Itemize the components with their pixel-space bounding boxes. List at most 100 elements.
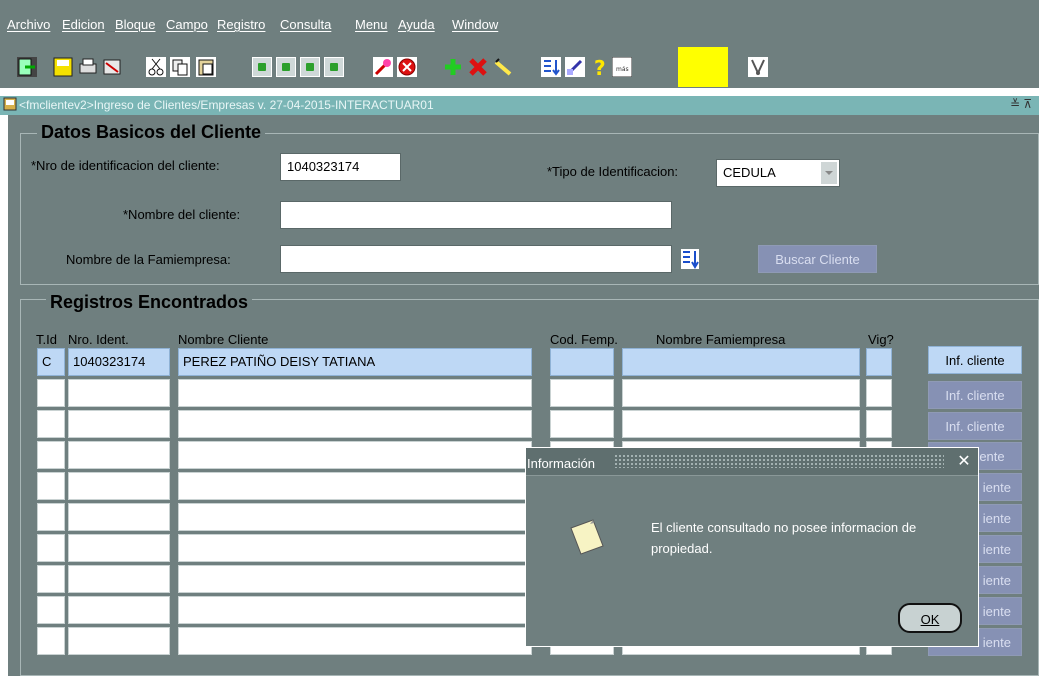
inf-cliente-button[interactable]: Inf. cliente xyxy=(928,381,1022,409)
famiempresa-label: Nombre de la Famiempresa: xyxy=(66,252,231,267)
cell-nombre[interactable] xyxy=(178,565,532,593)
cell-vig[interactable] xyxy=(866,410,892,438)
basic-section-title: Datos Basicos del Cliente xyxy=(37,122,266,143)
cell-famiempresa[interactable] xyxy=(622,348,860,376)
inf-cliente-button[interactable]: Inf. cliente xyxy=(928,412,1022,440)
cell-tid[interactable] xyxy=(37,503,65,531)
inf-cliente-button[interactable]: Inf. cliente xyxy=(928,346,1022,374)
menu-archivo[interactable]: Archivo xyxy=(7,17,50,33)
cell-tid[interactable] xyxy=(37,441,65,469)
cell-nro[interactable] xyxy=(68,503,170,531)
ok-button[interactable]: OK xyxy=(898,603,962,633)
insert-record-icon[interactable] xyxy=(443,57,463,77)
cell-nombre[interactable] xyxy=(178,596,532,624)
menu-ayuda[interactable]: Ayuda xyxy=(398,17,435,33)
paste-icon[interactable] xyxy=(196,57,216,77)
cell-nro[interactable]: 1040323174 xyxy=(68,348,170,376)
note-icon xyxy=(567,516,607,558)
nombre-label: *Nombre del cliente: xyxy=(123,207,241,222)
delete-record-icon[interactable] xyxy=(468,57,488,77)
cell-nro[interactable] xyxy=(68,441,170,469)
first-record-icon[interactable] xyxy=(252,57,272,77)
cancel-query-icon[interactable] xyxy=(397,57,417,77)
cell-nombre[interactable] xyxy=(178,472,532,500)
copy-icon[interactable] xyxy=(170,57,190,77)
close-icon[interactable]: ✕ xyxy=(955,451,973,470)
cell-nombre[interactable] xyxy=(178,534,532,562)
list-of-values-icon[interactable] xyxy=(678,246,702,272)
save-icon[interactable] xyxy=(53,57,73,77)
header-nro: Nro. Ident. xyxy=(68,332,129,347)
cell-tid[interactable] xyxy=(37,565,65,593)
exit-icon[interactable] xyxy=(17,57,37,77)
registros-section-title: Registros Encontrados xyxy=(46,292,253,313)
cell-nombre[interactable] xyxy=(178,627,532,655)
cell-nombre[interactable]: PEREZ PATIÑO DEISY TATIANA xyxy=(178,348,532,376)
cell-nombre[interactable] xyxy=(178,503,532,531)
id-field[interactable]: 1040323174 xyxy=(280,153,401,181)
menu-edicion[interactable]: Edicion xyxy=(62,17,105,33)
tools-icon[interactable] xyxy=(748,57,768,77)
cell-cod[interactable] xyxy=(550,379,614,407)
cell-nro[interactable] xyxy=(68,472,170,500)
menu-window[interactable]: Window xyxy=(452,17,498,33)
cell-vig[interactable] xyxy=(866,379,892,407)
menu-registro[interactable]: Registro xyxy=(217,17,265,33)
edit-icon[interactable] xyxy=(493,57,513,77)
dialog-message: El cliente consultado no posee informaci… xyxy=(651,520,917,556)
svg-text:?: ? xyxy=(594,57,606,77)
cell-vig[interactable] xyxy=(866,348,892,376)
header-cod: Cod. Femp. xyxy=(550,332,618,347)
cell-tid[interactable] xyxy=(37,534,65,562)
cell-tid[interactable] xyxy=(37,472,65,500)
dropdown-arrow-icon[interactable] xyxy=(821,162,837,184)
cut-icon[interactable] xyxy=(146,57,166,77)
clear-icon[interactable] xyxy=(102,57,122,77)
cell-tid[interactable] xyxy=(37,596,65,624)
tipo-label: *Tipo de Identificacion: xyxy=(547,164,679,179)
dialog-title: Información xyxy=(527,456,595,471)
cell-nro[interactable] xyxy=(68,379,170,407)
cell-tid[interactable] xyxy=(37,410,65,438)
print-icon[interactable] xyxy=(78,57,98,77)
cell-nombre[interactable] xyxy=(178,379,532,407)
menu-menu[interactable]: Menu xyxy=(355,17,388,33)
cell-tid[interactable] xyxy=(37,379,65,407)
dialog-title-pattern xyxy=(614,454,944,468)
window-title: <fmclientev2>Ingreso de Clientes/Empresa… xyxy=(19,98,434,112)
cell-cod[interactable] xyxy=(550,410,614,438)
notes-icon[interactable] xyxy=(565,57,585,77)
ok-button-label: OK xyxy=(920,612,940,627)
cell-nro[interactable] xyxy=(68,627,170,655)
more-icon[interactable]: más xyxy=(611,56,633,78)
cell-famiempresa[interactable] xyxy=(622,379,860,407)
menu-campo[interactable]: Campo xyxy=(166,17,208,33)
cell-nro[interactable] xyxy=(68,565,170,593)
header-vig: Vig? xyxy=(868,332,894,347)
list-icon[interactable] xyxy=(541,57,561,77)
cell-nro[interactable] xyxy=(68,410,170,438)
cell-cod[interactable] xyxy=(550,348,614,376)
next-block-icon[interactable] xyxy=(300,57,320,77)
previous-block-icon[interactable] xyxy=(276,57,296,77)
cell-nro[interactable] xyxy=(68,534,170,562)
cell-nombre[interactable] xyxy=(178,410,532,438)
tipo-value: CEDULA xyxy=(723,165,776,180)
nombre-field[interactable] xyxy=(280,201,672,229)
last-record-icon[interactable] xyxy=(324,57,344,77)
cell-tid[interactable]: C xyxy=(37,348,65,376)
cell-nombre[interactable] xyxy=(178,441,532,469)
svg-text:más: más xyxy=(616,66,629,73)
cell-tid[interactable] xyxy=(37,627,65,655)
buscar-cliente-button[interactable]: Buscar Cliente xyxy=(758,245,877,273)
menu-consulta[interactable]: Consulta xyxy=(280,17,331,33)
window-controls-icon[interactable]: ≚ ⊼ xyxy=(1010,97,1032,111)
cell-nro[interactable] xyxy=(68,596,170,624)
enter-query-icon[interactable] xyxy=(373,57,393,77)
cell-famiempresa[interactable] xyxy=(622,410,860,438)
header-tid: T.Id xyxy=(36,332,57,347)
help-icon[interactable]: ? xyxy=(589,56,609,80)
menu-bloque[interactable]: Bloque xyxy=(115,17,155,33)
famiempresa-field[interactable] xyxy=(280,245,672,273)
menu-bar xyxy=(0,0,1039,44)
